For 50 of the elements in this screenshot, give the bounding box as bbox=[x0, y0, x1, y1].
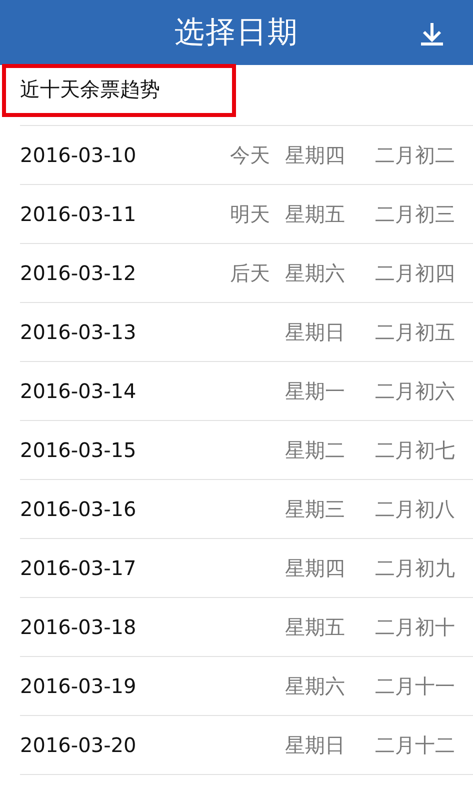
date-text: 2016-03-17 bbox=[20, 556, 138, 580]
date-text: 2016-03-15 bbox=[20, 438, 138, 462]
weekday-text: 星期六 bbox=[285, 672, 346, 700]
lunar-date: 二月初九 bbox=[374, 554, 455, 582]
weekday-text: 星期六 bbox=[285, 260, 346, 286]
date-row[interactable]: 2016-03-12 后天 星期六 二月初四 bbox=[20, 244, 473, 303]
date-text: 2016-03-16 bbox=[20, 497, 138, 521]
date-row[interactable]: 2016-03-18 星期五 二月初十 bbox=[20, 598, 473, 657]
weekday-text: 星期二 bbox=[285, 436, 346, 464]
lunar-date: 二月初四 bbox=[374, 260, 455, 286]
lunar-date: 二月初十 bbox=[374, 614, 455, 640]
date-text: 2016-03-19 bbox=[20, 674, 138, 698]
date-row[interactable]: 2016-03-13 星期日 二月初五 bbox=[20, 303, 473, 362]
date-text: 2016-03-20 bbox=[20, 733, 138, 757]
lunar-date: 二月十二 bbox=[374, 732, 455, 758]
date-text: 2016-03-13 bbox=[20, 320, 138, 344]
date-row[interactable]: 2016-03-15 星期二 二月初七 bbox=[20, 421, 473, 480]
date-row[interactable]: 2016-03-14 星期一 二月初六 bbox=[20, 362, 473, 421]
weekday-text: 星期五 bbox=[285, 614, 346, 640]
trend-link[interactable]: 近十天余票趋势 bbox=[20, 67, 160, 111]
relative-day: 明天 bbox=[210, 200, 270, 228]
date-row[interactable]: 2016-03-19 星期六 二月十一 bbox=[20, 657, 473, 716]
relative-day: 今天 bbox=[210, 142, 270, 168]
lunar-date: 二月初五 bbox=[374, 318, 455, 346]
weekday-text: 星期一 bbox=[285, 378, 346, 404]
date-row[interactable]: 2016-03-17 星期四 二月初九 bbox=[20, 539, 473, 598]
date-text: 2016-03-18 bbox=[20, 615, 138, 639]
lunar-date: 二月初七 bbox=[374, 436, 455, 464]
relative-day: 后天 bbox=[210, 260, 270, 286]
lunar-date: 二月十一 bbox=[374, 672, 455, 700]
page-title: 选择日期 bbox=[174, 14, 298, 52]
weekday-text: 星期日 bbox=[285, 318, 346, 346]
date-text: 2016-03-12 bbox=[20, 261, 138, 285]
weekday-text: 星期四 bbox=[285, 142, 346, 168]
date-row[interactable]: 2016-03-11 明天 星期五 二月初三 bbox=[20, 185, 473, 244]
date-text: 2016-03-14 bbox=[20, 379, 138, 403]
lunar-date: 二月初二 bbox=[374, 142, 455, 168]
download-icon[interactable] bbox=[419, 22, 445, 46]
date-text: 2016-03-11 bbox=[20, 202, 138, 226]
lunar-date: 二月初六 bbox=[374, 378, 455, 404]
date-text: 2016-03-10 bbox=[20, 143, 138, 167]
date-row[interactable]: 2016-03-10 今天 星期四 二月初二 bbox=[20, 126, 473, 185]
date-row[interactable]: 2016-03-16 星期三 二月初八 bbox=[20, 480, 473, 539]
lunar-date: 二月初八 bbox=[374, 496, 455, 522]
weekday-text: 星期日 bbox=[285, 732, 346, 758]
weekday-text: 星期五 bbox=[285, 200, 346, 228]
weekday-text: 星期三 bbox=[285, 496, 346, 522]
lunar-date: 二月初三 bbox=[374, 200, 455, 228]
weekday-text: 星期四 bbox=[285, 554, 346, 582]
date-row[interactable]: 2016-03-20 星期日 二月十二 bbox=[20, 716, 473, 775]
